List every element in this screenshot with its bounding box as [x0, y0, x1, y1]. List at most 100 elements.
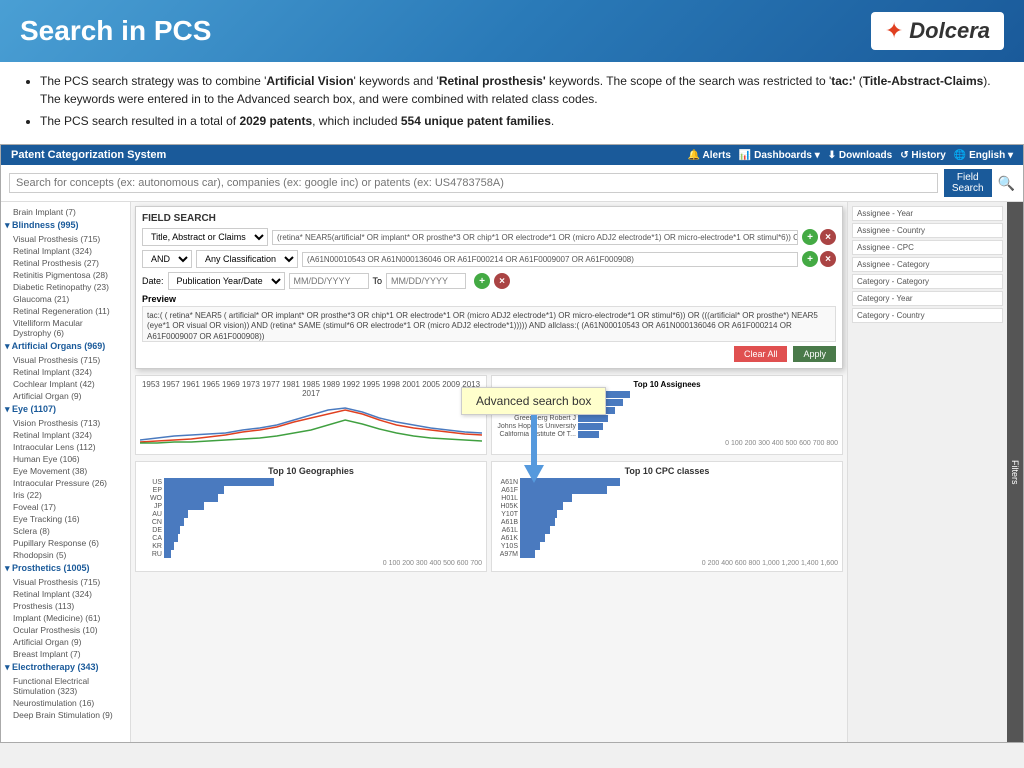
filters-panel[interactable]: Filters [1007, 202, 1023, 742]
logo: ✦ Dolcera [871, 12, 1004, 50]
apply-button[interactable]: Apply [793, 346, 836, 362]
sidebar-sub-item[interactable]: Retinal Implant (324) [1, 429, 130, 441]
right-panel-item[interactable]: Assignee - Category [852, 257, 1003, 272]
sidebar-sub-item[interactable]: Retinal Implant (324) [1, 245, 130, 257]
cpc-axis: 0 200 400 600 800 1,000 1,200 1,400 1,60… [496, 560, 838, 567]
preview-label: Preview [142, 294, 836, 304]
arrow-head [524, 465, 544, 483]
history-link[interactable]: ↺ History [900, 150, 946, 161]
dashboards-link[interactable]: 📊 Dashboards ▾ [739, 150, 820, 161]
field-icons-1: + × [802, 229, 836, 245]
pcs-search-input[interactable] [9, 173, 938, 193]
date-add-btn[interactable]: + [474, 273, 490, 289]
sidebar-item[interactable]: Brain Implant (7) [1, 206, 130, 218]
sidebar-sub-item[interactable]: Visual Prosthesis (715) [1, 233, 130, 245]
sidebar-sub-item[interactable]: Eye Movement (38) [1, 465, 130, 477]
arrow-shaft [531, 415, 537, 465]
sidebar-category-blindness[interactable]: ▾ Blindness (995) [1, 218, 130, 233]
sidebar-sub-item[interactable]: Visual Prosthesis (715) [1, 354, 130, 366]
bar-row: H01L [496, 494, 838, 502]
sidebar-sub-item[interactable]: Rhodopsin (5) [1, 549, 130, 561]
field-value-2: (A61N00010543 OR A61N000136046 OR A61F00… [302, 252, 798, 267]
sidebar-sub-item[interactable]: Cochlear Implant (42) [1, 378, 130, 390]
search-icon[interactable]: 🔍 [998, 175, 1015, 192]
sidebar-sub-item[interactable]: Diabetic Retinopathy (23) [1, 281, 130, 293]
date-from-input[interactable] [289, 273, 369, 289]
to-label: To [373, 276, 383, 286]
any-class-select[interactable]: Any Classification [196, 250, 298, 268]
date-remove-btn[interactable]: × [494, 273, 510, 289]
arrow-annotation: Advanced search box [461, 387, 606, 483]
right-panel-item[interactable]: Category - Category [852, 274, 1003, 289]
clear-all-button[interactable]: Clear All [734, 346, 788, 362]
bar-row: Y10T [496, 510, 838, 518]
sidebar-category-eye[interactable]: ▾ Eye (1107) [1, 402, 130, 417]
sidebar-category-prosthetics[interactable]: ▾ Prosthetics (1005) [1, 561, 130, 576]
geo-chart-title: Top 10 Geographies [140, 466, 482, 476]
sidebar-sub-item[interactable]: Iris (22) [1, 489, 130, 501]
date-row: Date: Publication Year/Date To + × [142, 272, 836, 290]
sidebar-sub-item[interactable]: Vision Prosthesis (713) [1, 417, 130, 429]
right-panel-item[interactable]: Category - Year [852, 291, 1003, 306]
bullet-1: The PCS search strategy was to combine '… [40, 72, 1000, 108]
sidebar-sub-item[interactable]: Intraocular Lens (112) [1, 441, 130, 453]
sidebar-sub-item[interactable]: Visual Prosthesis (715) [1, 576, 130, 588]
and-select[interactable]: AND OR [142, 250, 192, 268]
sidebar-sub-item[interactable]: Vitelliform Macular Dystrophy (6) [1, 317, 130, 339]
sidebar-sub-item[interactable]: Functional Electrical Stimulation (323) [1, 675, 130, 697]
trend-chart: 1953 1957 1961 1965 1969 1973 1977 1981 … [135, 375, 487, 455]
right-panel-item[interactable]: Assignee - CPC [852, 240, 1003, 255]
sidebar-sub-item[interactable]: Ocular Prosthesis (10) [1, 624, 130, 636]
bar-row: A61K [496, 534, 838, 542]
right-panel-item[interactable]: Category - Country [852, 308, 1003, 323]
annotation-text: Advanced search box [476, 394, 591, 408]
sidebar-sub-item[interactable]: Human Eye (106) [1, 453, 130, 465]
downloads-link[interactable]: ⬇ Downloads [828, 150, 893, 161]
and-operator-row: AND OR Any Classification (A61N00010543 … [142, 250, 836, 268]
dolcera-icon: ✦ [885, 18, 903, 44]
sidebar-sub-item[interactable]: Prosthesis (113) [1, 600, 130, 612]
sidebar-sub-item[interactable]: Eye Tracking (16) [1, 513, 130, 525]
sidebar-sub-item[interactable]: Deep Brain Stimulation (9) [1, 709, 130, 721]
pcs-container: Patent Categorization System 🔔 Alerts 📊 … [0, 144, 1024, 743]
field-add-btn-1[interactable]: + [802, 229, 818, 245]
bar-row: A61B [496, 518, 838, 526]
right-panel-item[interactable]: Assignee - Year [852, 206, 1003, 221]
sidebar-sub-item[interactable]: Glaucoma (21) [1, 293, 130, 305]
field-remove-btn-2[interactable]: × [820, 251, 836, 267]
sidebar-category-artificial[interactable]: ▾ Artificial Organs (969) [1, 339, 130, 354]
sidebar-sub-item[interactable]: Retinal Implant (324) [1, 366, 130, 378]
sidebar-sub-item[interactable]: Pupillary Response (6) [1, 537, 130, 549]
sidebar-sub-item[interactable]: Breast Implant (7) [1, 648, 130, 660]
field-remove-btn-1[interactable]: × [820, 229, 836, 245]
language-link[interactable]: 🌐 English ▾ [954, 150, 1013, 161]
date-type-select[interactable]: Publication Year/Date [168, 272, 285, 290]
sidebar-sub-item[interactable]: Sclera (8) [1, 525, 130, 537]
sidebar-sub-item[interactable]: Retinal Prosthesis (27) [1, 257, 130, 269]
sidebar-sub-item[interactable]: Intraocular Pressure (26) [1, 477, 130, 489]
preview-section: Preview tac:( ( retina* NEAR5 ( artifici… [142, 294, 836, 342]
sidebar-category-electro[interactable]: ▾ Electrotherapy (343) [1, 660, 130, 675]
sidebar-sub-item[interactable]: Retinal Regeneration (11) [1, 305, 130, 317]
date-label: Date: [142, 276, 164, 286]
alerts-link[interactable]: 🔔 Alerts [688, 150, 731, 161]
field-type-select-1[interactable]: Title, Abstract or Claims [142, 228, 268, 246]
field-search-button[interactable]: FieldSearch [944, 169, 992, 197]
sidebar-sub-item[interactable]: Retinal Implant (324) [1, 588, 130, 600]
sidebar-sub-item[interactable]: Retinitis Pigmentosa (28) [1, 269, 130, 281]
sidebar-sub-item[interactable]: Foveal (17) [1, 501, 130, 513]
field-add-btn-2[interactable]: + [802, 251, 818, 267]
action-row: Clear All Apply [142, 346, 836, 362]
field-search-panel: FIELD SEARCH Title, Abstract or Claims (… [135, 206, 843, 369]
sidebar-sub-item[interactable]: Neurostimulation (16) [1, 697, 130, 709]
right-panel-item[interactable]: Assignee - Country [852, 223, 1003, 238]
right-panel-wrapper: Assignee - Year Assignee - Country Assig… [847, 202, 1023, 742]
sidebar-sub-item[interactable]: Implant (Medicine) (61) [1, 612, 130, 624]
bullet-2: The PCS search resulted in a total of 20… [40, 112, 1000, 130]
sidebar-sub-item[interactable]: Artificial Organ (9) [1, 390, 130, 402]
sidebar-sub-item[interactable]: Artificial Organ (9) [1, 636, 130, 648]
geo-axis: 0 100 200 300 400 500 600 700 [140, 560, 482, 567]
field-search-title: FIELD SEARCH [142, 213, 836, 224]
date-to-input[interactable] [386, 273, 466, 289]
bar-row: EP [140, 486, 482, 494]
